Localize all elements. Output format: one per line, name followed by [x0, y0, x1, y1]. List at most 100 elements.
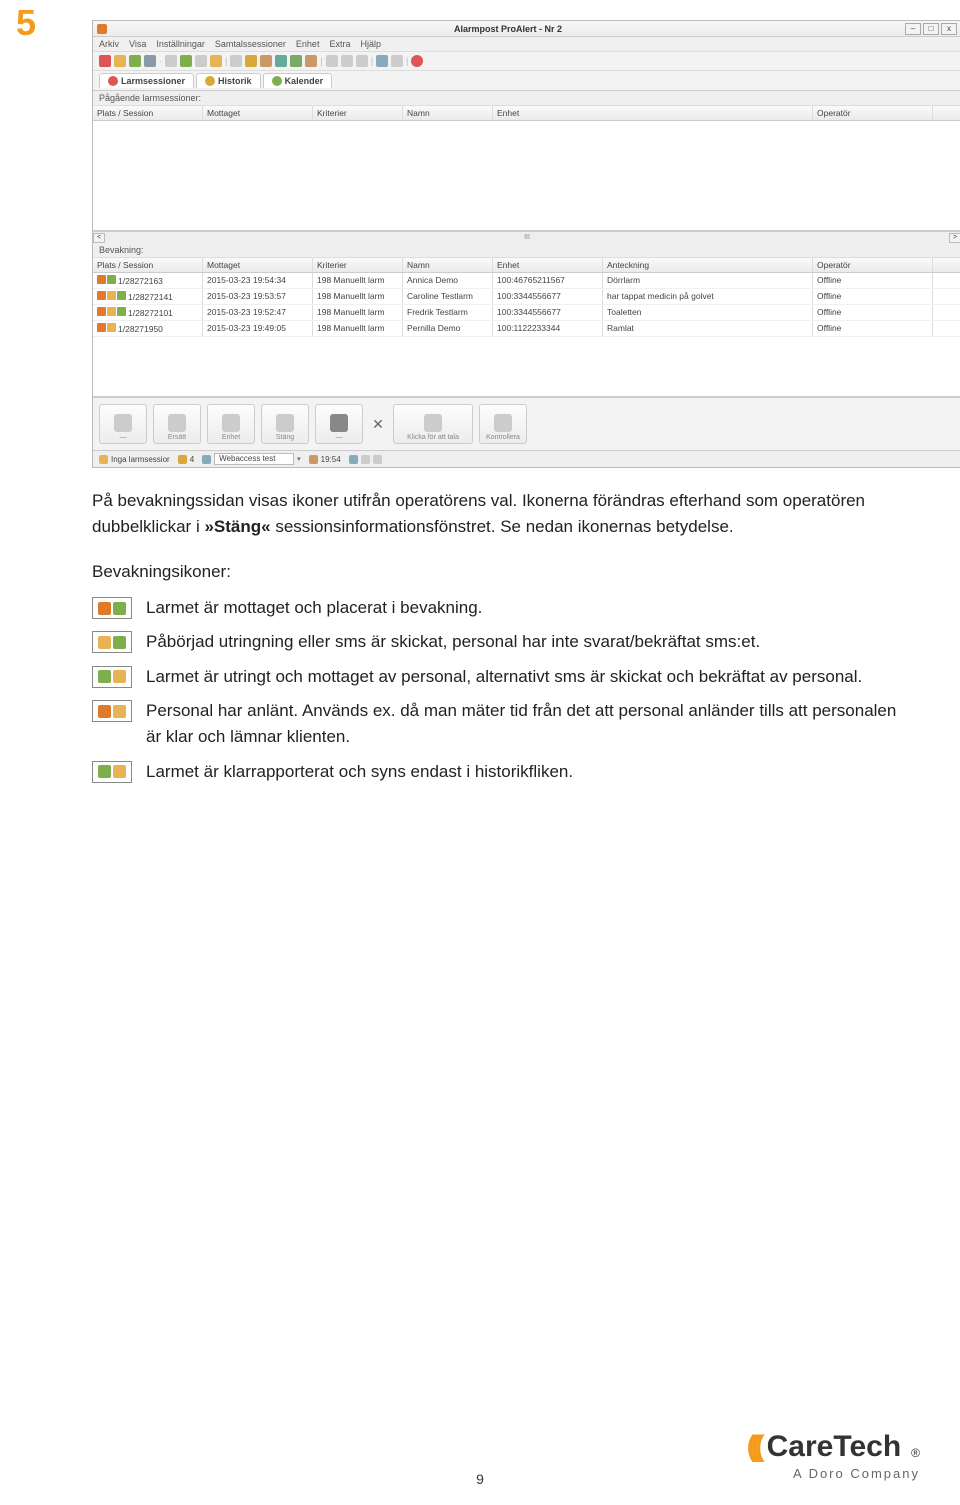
status-time: 19:54: [321, 455, 341, 464]
tabs-row: Larmsessioner Historik Kalender: [93, 71, 960, 91]
toolbar-icon[interactable]: [99, 55, 111, 67]
watch-grid-body: 1/282721632015-03-23 19:54:34198 Manuell…: [93, 273, 960, 337]
legend-icon: [92, 666, 132, 688]
logo-brand: CareTech: [767, 1430, 902, 1464]
action-icon: [222, 414, 240, 432]
toolbar-icon[interactable]: [260, 55, 272, 67]
action-label: Kontrollera: [486, 434, 520, 441]
legend-icon: [92, 761, 132, 783]
col-kriterier[interactable]: Kriterier: [313, 258, 403, 272]
ongoing-label: Pågående larmsessioner:: [93, 91, 960, 106]
close-button[interactable]: x: [941, 23, 957, 35]
toolbar-icon[interactable]: [210, 55, 222, 67]
h-scrollbar[interactable]: < III >: [93, 231, 960, 243]
col-mottaget[interactable]: Mottaget: [203, 258, 313, 272]
scroll-left-icon[interactable]: <: [93, 233, 105, 243]
scroll-right-icon[interactable]: >: [949, 233, 960, 243]
menu-item[interactable]: Samtalssessioner: [215, 39, 286, 49]
col-operator[interactable]: Operatör: [813, 258, 933, 272]
table-row[interactable]: 1/282721412015-03-23 19:53:57198 Manuell…: [93, 289, 960, 305]
toolbar-icon[interactable]: [230, 55, 242, 67]
col-namn[interactable]: Namn: [403, 258, 493, 272]
col-kriterier[interactable]: Kriterier: [313, 106, 403, 120]
action-button-stang[interactable]: Stäng: [261, 404, 309, 444]
action-button-tala[interactable]: Klicka för att tala: [393, 404, 473, 444]
toolbar-icon[interactable]: [341, 55, 353, 67]
menu-item[interactable]: Visa: [129, 39, 146, 49]
status-count: 4: [190, 455, 194, 464]
scroll-track[interactable]: III: [105, 234, 949, 241]
tab-larmsessioner[interactable]: Larmsessioner: [99, 73, 194, 88]
action-button-ersatt[interactable]: Ersätt: [153, 404, 201, 444]
action-label: —: [120, 434, 127, 441]
legend-text: Larmet är klarrapporterat och syns endas…: [146, 759, 900, 785]
status-icon: [97, 307, 106, 316]
legend-heading: Bevakningsikoner:: [92, 559, 900, 585]
titlebar: Alarmpost ProAlert - Nr 2 – □ x: [93, 21, 960, 37]
col-namn[interactable]: Namn: [403, 106, 493, 120]
toolbar-icon[interactable]: [144, 55, 156, 67]
grid-header-ongoing: Plats / Session Mottaget Kriterier Namn …: [93, 106, 960, 121]
tab-kalender[interactable]: Kalender: [263, 73, 333, 88]
toolbar-icon[interactable]: [195, 55, 207, 67]
statusbar: Inga larmsessior 4 Webaccess test▾ 19:54: [93, 450, 960, 467]
toolbar-icon[interactable]: [391, 55, 403, 67]
menu-item[interactable]: Inställningar: [156, 39, 205, 49]
action-label: —: [336, 434, 343, 441]
toolbar-icon[interactable]: [165, 55, 177, 67]
toolbar-icon[interactable]: [411, 55, 423, 67]
tab-historik[interactable]: Historik: [196, 73, 261, 88]
toolbar-icon[interactable]: [275, 55, 287, 67]
toolbar-icon[interactable]: [129, 55, 141, 67]
status-icon: [178, 455, 187, 464]
col-operator[interactable]: Operatör: [813, 106, 933, 120]
toolbar-icon[interactable]: [326, 55, 338, 67]
action-button-kontrollera[interactable]: Kontrollera: [479, 404, 527, 444]
minimize-button[interactable]: –: [905, 23, 921, 35]
col-enhet[interactable]: Enhet: [493, 106, 813, 120]
toolbar-icon[interactable]: [114, 55, 126, 67]
col-anteckning[interactable]: Anteckning: [603, 258, 813, 272]
status-icon: [202, 455, 211, 464]
action-button[interactable]: —: [99, 404, 147, 444]
watch-label: Bevakning:: [93, 243, 960, 258]
clock-icon: [309, 455, 318, 464]
logo-chevrons-icon: (((: [747, 1430, 759, 1464]
status-combo[interactable]: Webaccess test: [214, 453, 294, 465]
action-button[interactable]: —: [315, 404, 363, 444]
menu-item[interactable]: Hjälp: [360, 39, 381, 49]
status-icon: [117, 307, 126, 316]
menu-item[interactable]: Arkiv: [99, 39, 119, 49]
toolbar-icon[interactable]: [180, 55, 192, 67]
table-row[interactable]: 1/282721632015-03-23 19:54:34198 Manuell…: [93, 273, 960, 289]
toolbar-icon[interactable]: [305, 55, 317, 67]
status-icon: [373, 455, 382, 464]
menu-item[interactable]: Extra: [329, 39, 350, 49]
toolbar-icon[interactable]: [245, 55, 257, 67]
dropdown-icon[interactable]: ▾: [297, 455, 301, 463]
alarm-icon: [108, 76, 118, 86]
menu-item[interactable]: Enhet: [296, 39, 320, 49]
action-button-enhet[interactable]: Enhet: [207, 404, 255, 444]
maximize-button[interactable]: □: [923, 23, 939, 35]
status-icon: [97, 291, 106, 300]
legend-list: Larmet är mottaget och placerat i bevakn…: [92, 595, 900, 785]
toolbar-icon[interactable]: [376, 55, 388, 67]
toolbar-icon[interactable]: [356, 55, 368, 67]
grid-header-watch: Plats / Session Mottaget Kriterier Namn …: [93, 258, 960, 273]
col-plats[interactable]: Plats / Session: [93, 106, 203, 120]
legend-item: Personal har anlänt. Används ex. då man …: [92, 698, 900, 751]
table-row[interactable]: 1/282721012015-03-23 19:52:47198 Manuell…: [93, 305, 960, 321]
grid-spacer: [93, 337, 960, 397]
action-icon: [114, 414, 132, 432]
toolbar: · | | | |: [93, 52, 960, 71]
table-row[interactable]: 1/282719502015-03-23 19:49:05198 Manuell…: [93, 321, 960, 337]
col-enhet[interactable]: Enhet: [493, 258, 603, 272]
toolbar-icon[interactable]: [290, 55, 302, 67]
status-icon: [99, 455, 108, 464]
legend-text: Larmet är utringt och mottaget av person…: [146, 664, 900, 690]
legend-icon: [92, 597, 132, 619]
col-mottaget[interactable]: Mottaget: [203, 106, 313, 120]
col-plats[interactable]: Plats / Session: [93, 258, 203, 272]
separator-x-icon: ✕: [369, 416, 387, 433]
